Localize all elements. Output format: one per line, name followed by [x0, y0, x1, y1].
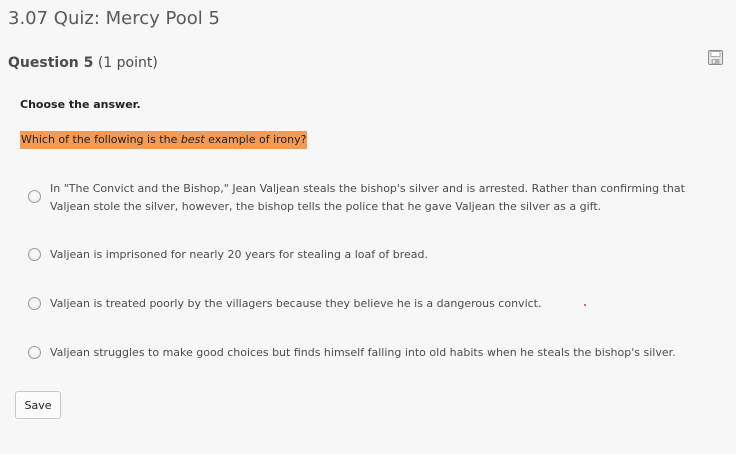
prompt-text-after: example of irony?	[204, 133, 307, 146]
quiz-page: 3.07 Quiz: Mercy Pool 5 Question 5 (1 po…	[0, 0, 736, 454]
radio-button[interactable]	[28, 346, 41, 359]
quiz-title: 3.07 Quiz: Mercy Pool 5	[8, 8, 220, 29]
radio-button[interactable]	[28, 297, 41, 310]
choice-label: Valjean is treated poorly by the village…	[50, 297, 542, 310]
question-number: Question 5	[8, 55, 94, 71]
stray-mark	[584, 304, 586, 306]
prompt-text-before: Which of the following is the	[21, 133, 181, 146]
choice-label: Valjean struggles to make good choices b…	[50, 346, 676, 359]
radio-button[interactable]	[28, 248, 41, 261]
question-header: Question 5 (1 point)	[8, 55, 158, 71]
choice-label: In "The Convict and the Bishop," Jean Va…	[50, 182, 685, 213]
question-instruction: Choose the answer.	[20, 98, 141, 111]
prompt-emphasis: best	[180, 133, 205, 146]
save-button[interactable]: Save	[15, 391, 61, 419]
choice-label: Valjean is imprisoned for nearly 20 year…	[50, 248, 428, 261]
question-points: (1 point)	[97, 55, 158, 71]
radio-button[interactable]	[28, 190, 41, 203]
floppy-disk-icon[interactable]	[708, 50, 723, 65]
question-prompt: Which of the following is the best examp…	[20, 131, 308, 149]
